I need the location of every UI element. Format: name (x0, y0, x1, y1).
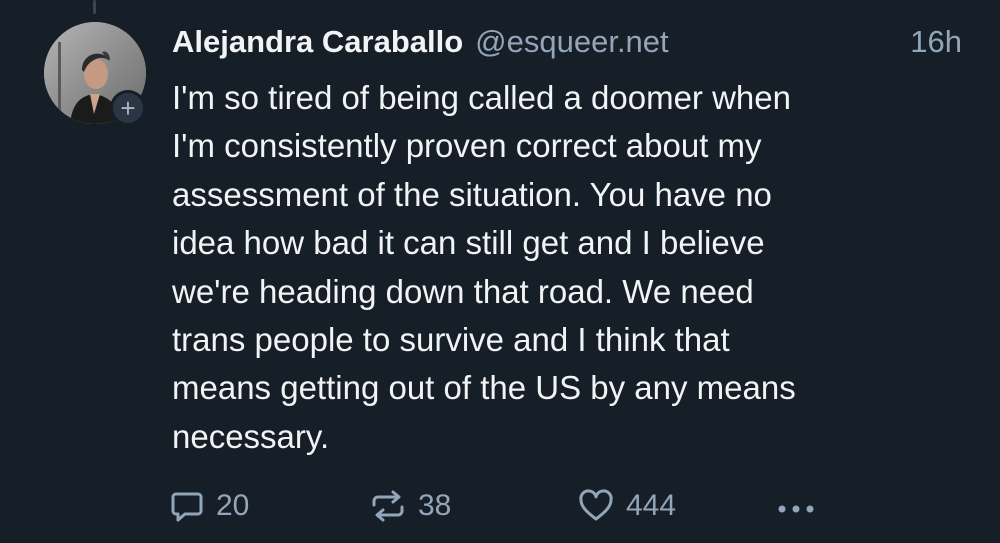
reply-icon (171, 492, 203, 522)
post-text: I'm so tired of being called a doomer wh… (172, 79, 796, 455)
post-actions-bar: 20 38 444 (170, 484, 990, 528)
plus-icon: + (120, 93, 136, 123)
like-button[interactable]: 444 (578, 484, 676, 528)
reply-button[interactable]: 20 (170, 484, 249, 528)
reply-count: 20 (216, 489, 250, 522)
more-options-icon (778, 505, 814, 513)
author-display-name[interactable]: Alejandra Caraballo (172, 24, 463, 60)
like-count: 444 (626, 489, 677, 522)
follow-button[interactable]: + (110, 90, 146, 126)
author-avatar-container[interactable]: + (44, 22, 146, 126)
author-handle[interactable]: @esqueer.net (475, 24, 669, 60)
repost-icon (372, 490, 404, 522)
repost-count: 38 (418, 489, 452, 522)
more-options-button[interactable] (774, 484, 818, 528)
heart-icon (579, 489, 613, 521)
repost-button[interactable]: 38 (370, 484, 451, 528)
post: + Alejandra Caraballo @esqueer.net 16h I… (0, 0, 1000, 543)
post-timestamp[interactable]: 16h (910, 24, 962, 60)
post-header: Alejandra Caraballo @esqueer.net 16h (172, 24, 962, 68)
